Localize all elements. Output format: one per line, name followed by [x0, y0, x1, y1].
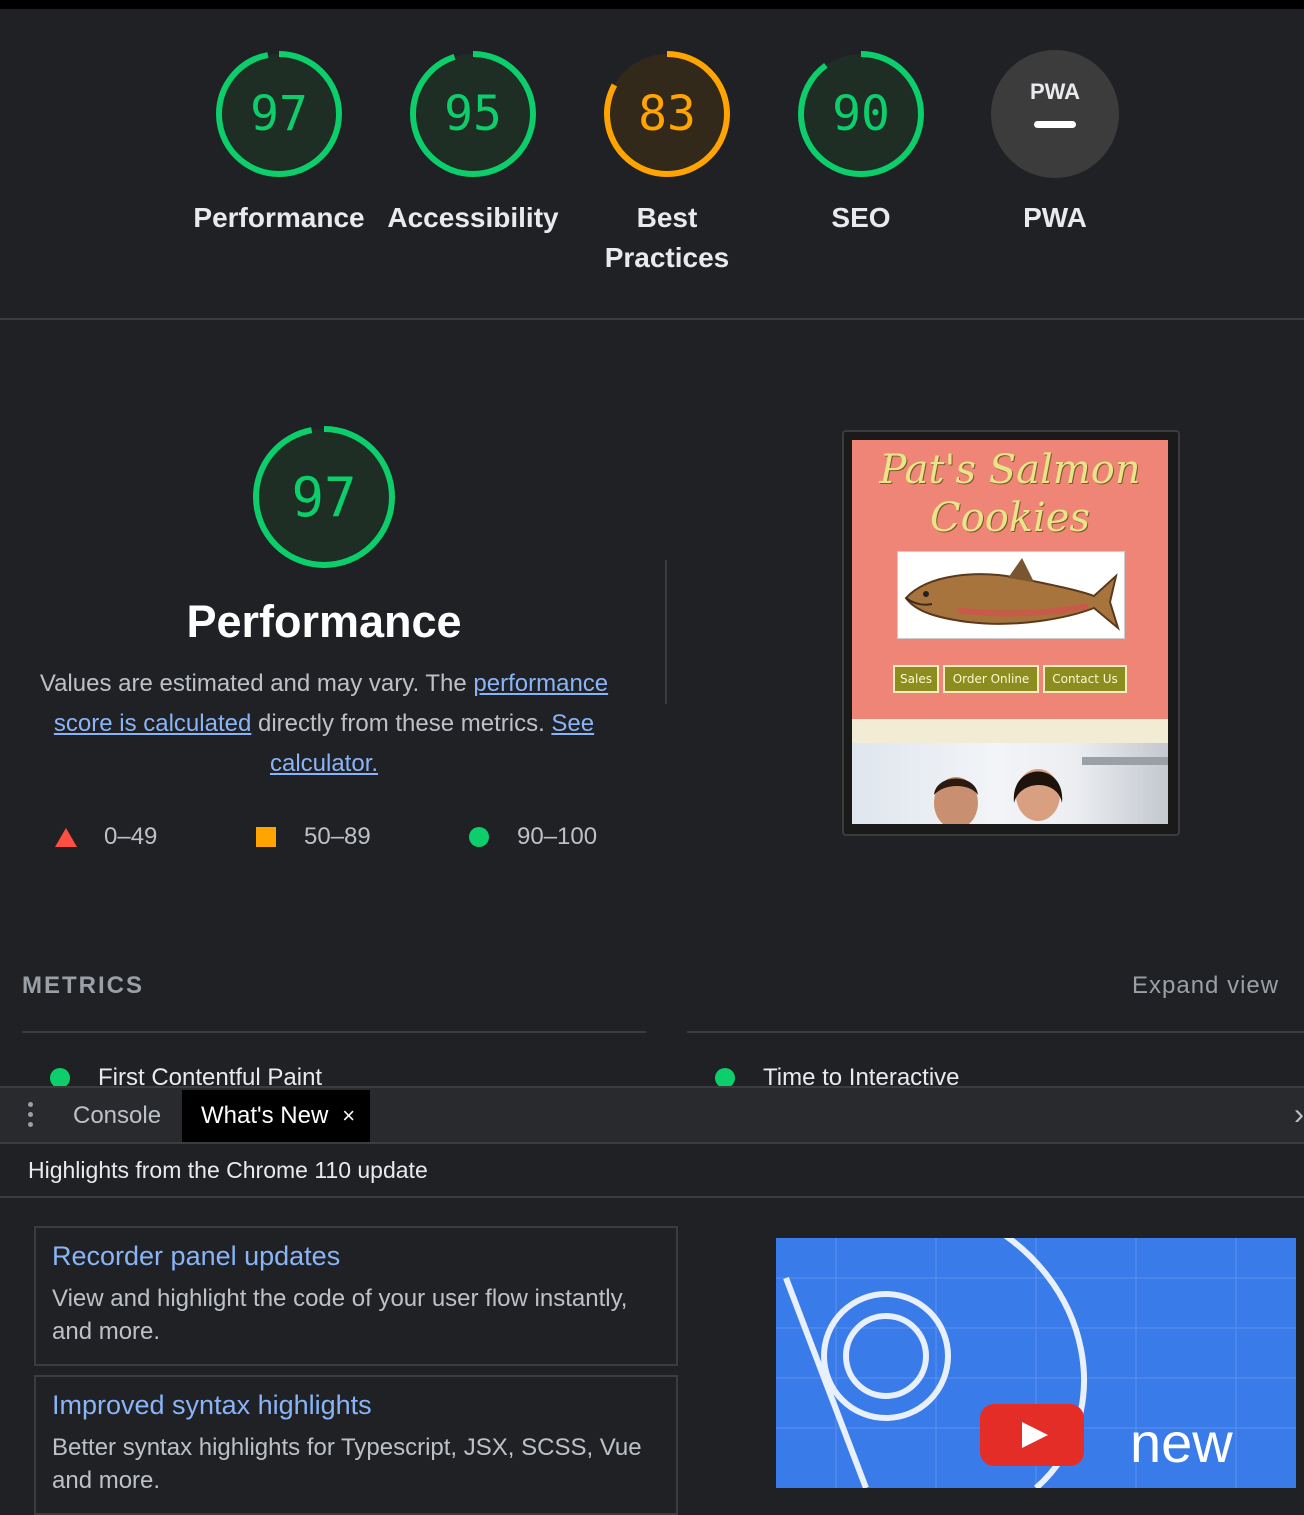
- drawer-tab-bar: Console What's New × ›: [0, 1088, 1304, 1144]
- dash-icon: [1034, 120, 1076, 128]
- card-title: Improved syntax highlights: [52, 1390, 372, 1420]
- performance-gauge-large: 97: [250, 423, 398, 571]
- performance-title: Performance: [186, 596, 462, 647]
- legend-pass: 90–100: [469, 820, 597, 854]
- metrics-divider-right: [687, 1031, 1304, 1033]
- thumbnail-nav-order: Order Online: [943, 665, 1039, 693]
- legend-range: 0–49: [104, 823, 158, 850]
- metrics-divider-left: [22, 1031, 646, 1033]
- card-title: Recorder panel updates: [52, 1241, 341, 1271]
- chevron-right-icon[interactable]: ›: [1294, 1098, 1304, 1132]
- legend-average: 50–89: [256, 820, 371, 854]
- card-description: Better syntax highlights for Typescript,…: [52, 1434, 642, 1494]
- video-caption: new: [1130, 1411, 1233, 1474]
- gauge-label: Performance: [193, 202, 365, 233]
- pwa-badge-text: PWA: [1029, 78, 1081, 104]
- desc-text: Values are estimated and may vary. The: [39, 670, 474, 697]
- gauge-pwa[interactable]: PWA: [989, 48, 1121, 180]
- salmon-image: [897, 551, 1125, 639]
- thumbnail-band: [852, 719, 1168, 743]
- tab-console[interactable]: Console: [73, 1090, 161, 1142]
- circle-icon: [715, 1068, 735, 1088]
- whats-new-card[interactable]: Improved syntax highlights Better syntax…: [34, 1375, 678, 1515]
- circle-icon: [50, 1068, 70, 1088]
- tab-whats-new[interactable]: What's New ×: [182, 1090, 370, 1142]
- gauge-score: 95: [444, 86, 502, 142]
- gauge-score: 83: [638, 86, 696, 142]
- gauge-label: Accessibility: [387, 202, 559, 233]
- gauge-seo[interactable]: 90: [795, 48, 927, 180]
- gauge-performance[interactable]: 97: [213, 48, 345, 180]
- card-description: View and highlight the code of your user…: [52, 1285, 628, 1345]
- pwa-badge-icon: PWA: [989, 48, 1121, 180]
- top-bar: [0, 0, 1304, 9]
- legend-range: 50–89: [304, 823, 371, 850]
- tab-label: What's New: [201, 1102, 329, 1129]
- close-icon[interactable]: ×: [342, 1103, 355, 1129]
- performance-score: 97: [291, 465, 357, 529]
- whats-new-card[interactable]: Recorder panel updates View and highligh…: [34, 1226, 678, 1366]
- devtools-drawer: Console What's New × › Highlights from t…: [0, 1086, 1304, 1515]
- legend-range: 90–100: [517, 823, 598, 850]
- thumbnail-nav-contact: Contact Us: [1043, 665, 1127, 693]
- square-icon: [256, 827, 276, 847]
- gauge-score: 97: [250, 86, 308, 142]
- gauge-label: PWA: [1023, 202, 1087, 233]
- legend-fail: 0–49: [55, 820, 157, 854]
- play-icon[interactable]: [980, 1404, 1084, 1466]
- more-options-icon[interactable]: [20, 1102, 40, 1130]
- circle-icon: [469, 827, 489, 847]
- thumbnail-people-photo: [852, 743, 1168, 824]
- gauge-label: SEO: [831, 202, 891, 233]
- desc-text-middle: directly from these metrics.: [251, 710, 552, 737]
- metrics-heading: METRICS: [22, 972, 144, 999]
- highlights-text: Highlights from the Chrome 110 update: [28, 1156, 428, 1183]
- gauge-best-practices[interactable]: 83: [601, 48, 733, 180]
- gauge-score: 90: [832, 86, 890, 142]
- vertical-divider: [665, 560, 667, 704]
- triangle-icon: [55, 827, 77, 847]
- final-screenshot[interactable]: Pat's Salmon Cookies Sales Order Online …: [852, 440, 1168, 824]
- gauge-accessibility[interactable]: 95: [407, 48, 539, 180]
- whats-new-video[interactable]: new: [776, 1238, 1296, 1488]
- gauge-label: Best Practices: [604, 202, 730, 273]
- section-divider: [0, 318, 1304, 320]
- thumbnail-site-title: Pat's Salmon Cookies: [879, 447, 1141, 541]
- performance-description: Values are estimated and may vary. The p…: [28, 664, 620, 784]
- highlights-header: Highlights from the Chrome 110 update: [0, 1144, 1304, 1198]
- thumbnail-nav-sales: Sales: [893, 665, 939, 693]
- expand-view-toggle[interactable]: Expand view: [1132, 972, 1279, 1000]
